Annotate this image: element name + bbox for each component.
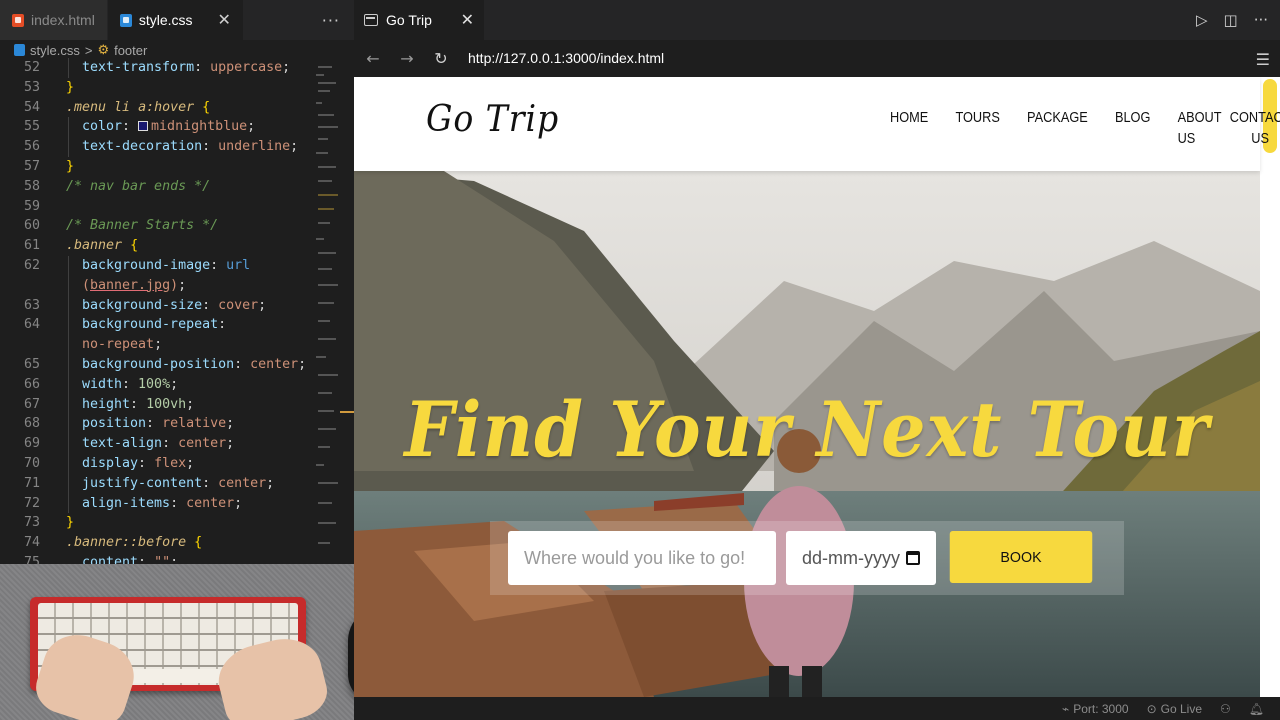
code-line: 66 width: 100%; [23,376,179,392]
browser-tab-icon [364,14,378,26]
menu-item-tours[interactable]: TOURS [955,107,999,149]
menu-item-about-us[interactable]: ABOUT US [1178,107,1222,149]
tab-style-css[interactable]: style.css ✕ [107,0,244,40]
code-line: 58/* nav bar ends */ [23,178,211,194]
back-icon[interactable]: ← [364,49,382,68]
breadcrumb: style.css > ⚙ footer [0,40,354,60]
booking-form: Where would you like to go! dd-mm-yyyy B… [490,521,1124,595]
reload-icon[interactable]: ↻ [432,49,450,68]
calendar-icon[interactable] [906,551,920,565]
destination-input[interactable]: Where would you like to go! [508,531,776,585]
tab-label: style.css [138,12,193,28]
code-line: (banner.jpg); [82,277,187,293]
status-bar: ⌁ Port: 3000 ⊙ Go Live ⚇ 🔔︎ [354,697,1280,720]
menu-item-blog[interactable]: BLOG [1115,107,1150,149]
code-line: 53} [23,79,75,95]
notifications-icon[interactable]: 🔔︎ [1249,702,1264,716]
site-logo[interactable]: Go Trip [426,99,559,140]
broadcast-icon: ⌁ [1061,701,1070,716]
code-line: 57} [23,158,75,174]
hero-headline: Find Your Next Tour [404,385,1210,474]
editor-actions: ▷ ◫ ··· [1196,0,1280,40]
code-line: 60/* Banner Starts */ [23,218,219,234]
code-line: 71 justify-content: center; [23,475,275,491]
close-icon[interactable]: ✕ [461,10,474,30]
menu-item-contact-us[interactable]: CONTACTUS [1230,107,1280,149]
browser-preview: Go Trip ✕ ▷ ◫ ··· ← → ↻ http://127.0.0.1… [354,0,1280,720]
url-bar: ← → ↻ http://127.0.0.1:3000/index.html [354,40,1280,76]
code-line: 62 background-image: url [23,257,251,273]
code-line: 59 [23,198,40,214]
tab-label: Go Trip [386,12,432,28]
preview-tab-bar: Go Trip ✕ ▷ ◫ ··· [354,0,1280,40]
more-actions-icon[interactable]: ··· [1254,11,1268,29]
minimap[interactable] [316,62,340,562]
breadcrumb-file[interactable]: style.css [30,43,80,58]
run-icon[interactable]: ▷ [1196,11,1208,29]
symbol-icon: ⚙ [97,42,110,57]
code-line: 54 .menu li a:hover { [23,99,211,115]
code-line: 67 height: 100vh; [23,396,195,412]
css-file-icon [119,13,132,27]
site-menu: HOME TOURS PACKAGE BLOG ABOUT US CONTACT… [890,107,1280,149]
hero-banner: Find Your Next Tour Where would you like… [354,171,1260,697]
code-area[interactable]: 52 text-transform: uppercase; 53} 54 .menu… [0,58,314,573]
date-input[interactable]: dd-mm-yyyy [786,531,936,585]
menu-item-package[interactable]: PACKAGE [1027,107,1088,149]
html-file-icon [12,13,24,27]
screen: index.html style.css ✕ ··· style.css > ⚙… [0,0,1280,720]
go-live-button[interactable]: ⊙ Go Live [1147,702,1202,716]
tab-label: index.html [31,12,95,28]
menu-item-home[interactable]: HOME [890,107,928,149]
site-navbar: Go Trip HOME TOURS PACKAGE BLOG ABOUT US… [354,77,1280,171]
code-line: 74 .banner::before { [23,535,203,551]
menu-icon[interactable]: ☰ [1256,50,1270,69]
forward-icon[interactable]: → [398,49,416,68]
code-line: 72 align-items: center; [23,495,243,511]
code-line: 52 text-transform: uppercase; [23,60,291,75]
go-live-icon: ⊙ [1146,701,1157,716]
breadcrumb-separator: > [84,42,93,58]
code-line: no-repeat; [82,337,163,353]
color-swatch[interactable] [138,121,149,132]
code-line: 73} [23,515,75,531]
code-line: 64 background-repeat: [23,317,227,333]
code-line: 69 text-align: center; [23,436,235,452]
tab-index-html[interactable]: index.html [0,0,108,40]
code-editor: index.html style.css ✕ ··· style.css > ⚙… [0,0,428,720]
css-file-icon [14,44,25,56]
book-button[interactable]: BOOK [949,531,1093,583]
editor-tab-bar: index.html style.css ✕ ··· [0,0,354,40]
code-line: 68 position: relative; [23,416,235,432]
address-field[interactable]: http://127.0.0.1:3000/index.html [468,50,664,66]
code-line: 61 .banner { [23,238,139,254]
page-scrollbar[interactable] [1260,77,1280,697]
split-editor-icon[interactable]: ◫ [1224,11,1238,29]
code-line: 63 background-size: cover; [23,297,267,313]
code-line: 56 text-decoration: underline; [23,139,299,155]
account-icon[interactable]: ⚇ [1220,702,1231,716]
code-line: 65 background-position: center; [23,356,307,372]
code-line: 55 color: midnightblue; [23,119,256,135]
more-actions-icon[interactable]: ··· [308,0,354,40]
date-placeholder: dd-mm-yyyy [802,547,900,568]
scroll-position-marker [340,411,354,413]
port-status[interactable]: ⌁ Port: 3000 [1062,702,1129,716]
web-page: Go Trip HOME TOURS PACKAGE BLOG ABOUT US… [354,77,1280,697]
tab-go-trip[interactable]: Go Trip ✕ [354,0,484,40]
breadcrumb-symbol[interactable]: footer [114,43,147,58]
code-line: 70 display: flex; [23,455,195,471]
close-icon[interactable]: ✕ [218,10,231,30]
